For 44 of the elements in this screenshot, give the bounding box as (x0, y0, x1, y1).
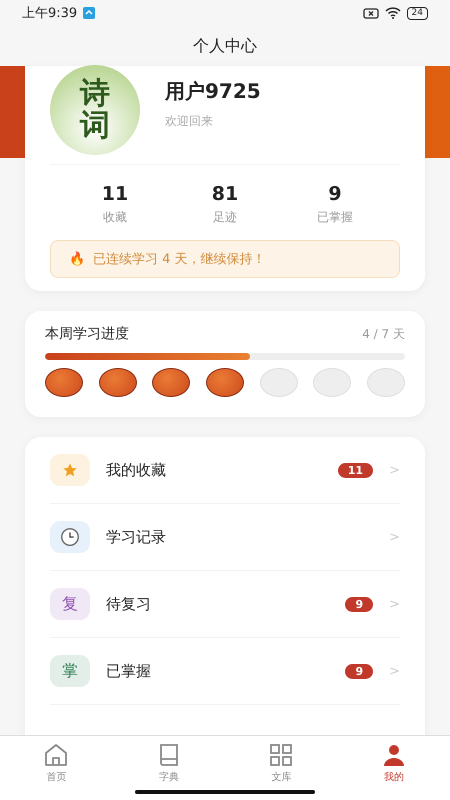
grid-icon (268, 742, 294, 768)
star-icon (50, 454, 90, 486)
stat-value: 11 (102, 183, 128, 205)
menu-label: 已掌握 (106, 662, 152, 680)
fire-icon: 🔥 (69, 251, 85, 267)
wifi-icon (384, 7, 401, 19)
menu-label: 待复习 (106, 594, 152, 614)
stat-label: 收藏 (103, 209, 127, 226)
streak-text: 已连续学习 4 天，继续保持！ (93, 251, 266, 268)
progress-title: 本周学习进度 (45, 325, 129, 343)
user-name: 用户9725 (165, 78, 261, 104)
sim-icon (362, 8, 379, 18)
menu-icon: 复 (50, 588, 90, 620)
menu-label: 学习记录 (106, 528, 167, 546)
menu-icon: 掌 (50, 655, 90, 687)
count-badge: 11 (338, 462, 374, 478)
tab-item[interactable]: 首页 (0, 736, 112, 800)
welcome-text: 欢迎回来 (165, 112, 214, 130)
menu-label: 我的收藏 (106, 460, 167, 480)
chevron-icon: > (389, 596, 400, 612)
chevron-icon: > (389, 530, 400, 544)
menu-item[interactable]: 复 待复习 9 > (50, 571, 400, 638)
count-badge: 9 (345, 664, 374, 678)
chevron-icon: > (389, 664, 400, 678)
tab-item[interactable]: 字典 (112, 736, 225, 800)
avatar: 诗词 (50, 64, 140, 154)
tab-item[interactable]: 我的 (338, 736, 450, 800)
clock-icon (50, 521, 90, 553)
chevron-icon: > (389, 462, 400, 478)
menu-item[interactable]: 学习记录 > (50, 504, 400, 571)
upload-icon (83, 7, 96, 19)
battery-indicator: 24 (406, 6, 428, 20)
count-badge: 9 (345, 596, 374, 612)
tab-item[interactable]: 文库 (225, 736, 338, 800)
status-time: 上午9:39 (22, 5, 78, 22)
stat-label: 足迹 (213, 209, 237, 226)
home-icon (43, 742, 70, 768)
menu-item[interactable]: 我的收藏 11 > (50, 437, 400, 504)
progress-reading: 4 / 7 天 (362, 326, 405, 342)
menu-item[interactable]: 掌 已掌握 9 > (50, 638, 400, 705)
stat-label: 已掌握 (317, 209, 353, 226)
page-title: 个人中心 (193, 36, 257, 56)
stat-value: 9 (328, 183, 342, 205)
stat-value: 81 (212, 183, 238, 205)
